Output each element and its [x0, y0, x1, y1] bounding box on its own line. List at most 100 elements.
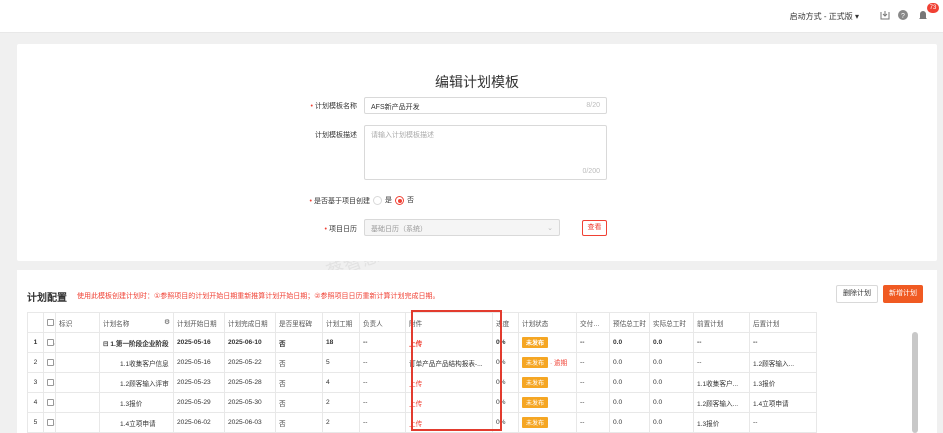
header-attachment: 附件 [405, 312, 493, 333]
row-est-hours: 0.0 [609, 412, 650, 433]
status-badge: 未发布 [522, 357, 549, 368]
name-label: • 计划模板名称 [310, 103, 357, 110]
attachment-file-link[interactable]: 订单产品产品结构报表-... [405, 352, 493, 373]
row-checkbox[interactable] [43, 392, 56, 413]
row-actual-hours: 0.0 [649, 352, 694, 373]
calendar-label: • 项目日历 [324, 226, 357, 233]
header-successor: 后置计划 [749, 312, 817, 333]
row-number: 5 [27, 412, 44, 433]
row-delivery: -- [576, 332, 610, 353]
row-predecessor: -- [693, 332, 750, 353]
status-badge: 未发布 [522, 417, 549, 428]
table-row[interactable]: 4 1.3报价 2025-05-29 2025-05-30 否 2 -- 上传 … [27, 392, 817, 413]
template-name-input[interactable]: AFS新产品开发 8/20 [364, 97, 607, 114]
table-row[interactable]: 2 1.1收集客户信息 2025-05-16 2025-05-22 否 5 --… [27, 352, 817, 373]
help-icon[interactable]: ? [897, 9, 909, 21]
row-end-date: 2025-05-30 [224, 392, 276, 413]
overdue-tag: · 逾期 [550, 360, 568, 367]
row-milestone: 否 [275, 332, 323, 353]
header-owner: 负责人 [359, 312, 406, 333]
row-number: 2 [27, 352, 44, 373]
upload-link[interactable]: 上传 [405, 332, 493, 353]
row-progress: 0% [492, 352, 519, 373]
header-duration: 计划工期 [322, 312, 360, 333]
calendar-select[interactable]: 基础日历（系统） ⌄ [364, 219, 560, 236]
row-successor: -- [749, 412, 817, 433]
row-checkbox[interactable] [43, 412, 56, 433]
row-start-date: 2025-05-16 [173, 332, 225, 353]
row-plan-name[interactable]: 1.3报价 [99, 392, 174, 413]
row-plan-name[interactable]: 1.1收集客户信息 [99, 352, 174, 373]
plan-section-title: 计划配置 [27, 293, 67, 304]
row-actual-hours: 0.0 [649, 412, 694, 433]
page-title: 编辑计划模板 [435, 74, 519, 90]
row-actual-hours: 0.0 [649, 392, 694, 413]
row-number: 1 [27, 332, 44, 353]
delete-plan-button[interactable]: 删除计划 [836, 285, 878, 303]
plan-config-card: 计划配置 使用此模板创建计划时：①参照项目的计划开始日期重新推算计划开始日期；②… [17, 270, 937, 433]
row-milestone: 否 [275, 412, 323, 433]
upload-link[interactable]: 上传 [405, 372, 493, 393]
row-progress: 0% [492, 372, 519, 393]
view-calendar-button[interactable]: 查看 [582, 220, 607, 236]
row-successor: 1.2顾客输入... [749, 352, 817, 373]
row-predecessor: 1.3报价 [693, 412, 750, 433]
row-checkbox[interactable] [43, 372, 56, 393]
row-plan-status: 未发布 [518, 412, 577, 433]
row-delivery: -- [576, 392, 610, 413]
row-successor: 1.4立项申请 [749, 392, 817, 413]
row-owner: -- [359, 412, 406, 433]
row-predecessor: 1.2顾客输入... [693, 392, 750, 413]
row-est-hours: 0.0 [609, 332, 650, 353]
row-successor: 1.3报价 [749, 372, 817, 393]
row-start-date: 2025-05-29 [173, 392, 225, 413]
project-create-label: • 是否基于项目创建 [309, 198, 370, 205]
header-actual-hours: 实际总工时 [649, 312, 694, 333]
notification-badge: 73 [927, 3, 939, 13]
add-plan-button[interactable]: 新增计划 [883, 285, 923, 303]
table-row[interactable]: 1 ⊟ 1.第一阶段企业阶段 2025-05-16 2025-06-10 否 1… [27, 332, 817, 353]
header-end-date: 计划完成日期 [224, 312, 276, 333]
radio-yes-dot[interactable] [373, 195, 382, 205]
download-icon[interactable] [879, 9, 891, 21]
template-form-card: 编辑计划模板 • 计划模板名称 AFS新产品开发 8/20 计划模板描述 请输入计划… [17, 44, 937, 261]
row-end-date: 2025-06-10 [224, 332, 276, 353]
upload-link[interactable]: 上传 [405, 392, 493, 413]
radio-no-dot[interactable] [395, 195, 404, 205]
row-owner: -- [359, 332, 406, 353]
startup-mode-dropdown[interactable]: 启动方式 - 正式版 ▾ [790, 11, 859, 22]
row-owner: -- [359, 372, 406, 393]
row-flag [55, 412, 100, 433]
table-scrollbar[interactable] [912, 332, 918, 433]
header-index [27, 312, 44, 333]
table-row[interactable]: 5 1.4立项申请 2025-06-02 2025-06-03 否 2 -- 上… [27, 412, 817, 433]
row-plan-status: 未发布 [518, 332, 577, 353]
radio-yes[interactable]: 是 [373, 195, 392, 205]
row-plan-status: 未发布 [518, 372, 577, 393]
row-plan-status: 未发布 [518, 392, 577, 413]
top-bar: 启动方式 - 正式版 ▾ ? 73 [0, 0, 943, 33]
row-plan-name[interactable]: 1.4立项申请 [99, 412, 174, 433]
row-milestone: 否 [275, 392, 323, 413]
row-duration: 4 [322, 372, 360, 393]
row-progress: 0% [492, 392, 519, 413]
row-actual-hours: 0.0 [649, 372, 694, 393]
row-plan-name[interactable]: ⊟ 1.第一阶段企业阶段 [99, 332, 174, 353]
radio-no[interactable]: 否 [395, 195, 414, 205]
row-duration: 2 [322, 392, 360, 413]
row-checkbox[interactable] [43, 332, 56, 353]
template-desc-textarea[interactable]: 请输入计划模板描述 0/200 [364, 125, 607, 180]
row-plan-name[interactable]: 1.2顾客输入评审 [99, 372, 174, 393]
select-all-checkbox[interactable] [43, 312, 56, 333]
row-duration: 2 [322, 412, 360, 433]
settings-icon[interactable]: ⚙ [164, 318, 170, 326]
row-checkbox[interactable] [43, 352, 56, 373]
row-est-hours: 0.0 [609, 392, 650, 413]
table-row[interactable]: 3 1.2顾客输入评审 2025-05-23 2025-05-28 否 4 --… [27, 372, 817, 393]
plan-tip-text: 使用此模板创建计划时：①参照项目的计划开始日期重新推算计划开始日期；②参照项目日… [77, 293, 440, 300]
row-successor: -- [749, 332, 817, 353]
table-header-row: 标识 计划名称 ⚙ 计划开始日期 计划完成日期 是否里程碑 计划工期 负责人 附… [27, 312, 817, 333]
row-progress: 0% [492, 332, 519, 353]
upload-link[interactable]: 上传 [405, 412, 493, 433]
svg-text:?: ? [901, 13, 905, 20]
